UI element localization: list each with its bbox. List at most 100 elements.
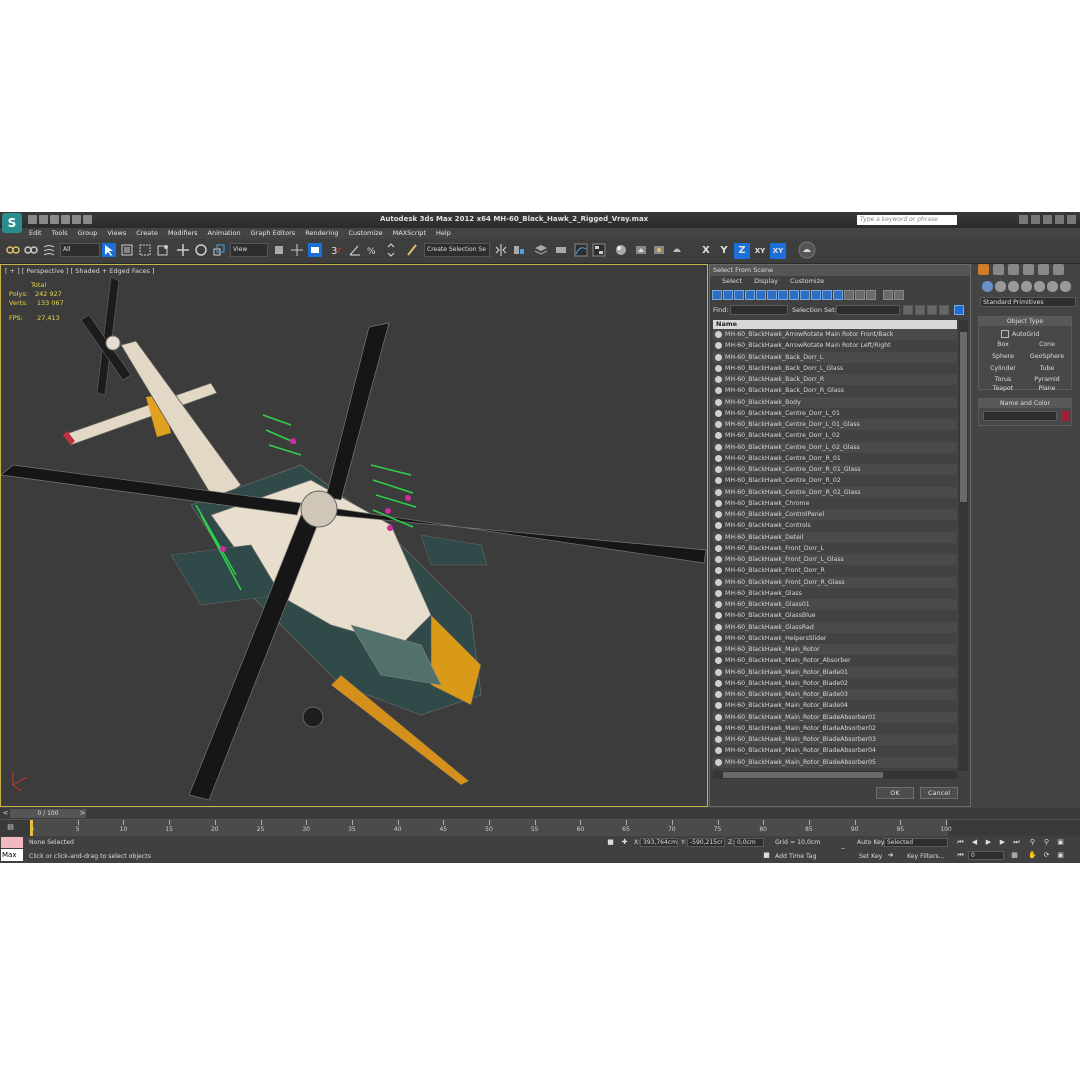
menu-help[interactable]: Help (431, 228, 456, 239)
add-time-tag-button[interactable]: Add Time Tag (775, 853, 817, 860)
sphere-button[interactable]: Sphere (983, 352, 1023, 362)
orbit-icon[interactable]: ⟳ (1042, 851, 1051, 860)
graphite-ribbon-icon[interactable] (554, 243, 568, 257)
undo-icon[interactable] (61, 215, 70, 224)
autogrid-checkbox-box[interactable] (1001, 330, 1009, 338)
set-key-button[interactable]: Set Key (859, 853, 882, 860)
object-type-header[interactable]: Object Type (979, 317, 1071, 326)
favorites-icon[interactable] (1031, 215, 1040, 224)
time-slider-prev-icon[interactable]: < (1, 809, 10, 818)
snaps-toggle-icon[interactable]: 3 (330, 243, 344, 257)
helicopter-model[interactable] (1, 265, 707, 806)
selection-set-remove-icon[interactable] (915, 305, 925, 315)
percent-snap-icon[interactable]: % (366, 243, 380, 257)
auto-key-button[interactable]: Auto Key (857, 839, 885, 846)
list-vertical-scroll-thumb[interactable] (960, 332, 967, 502)
list-item[interactable]: MH-60_BlackHawk_Centre_Dorr_L_02_Glass (713, 441, 957, 453)
list-item[interactable]: MH-60_BlackHawk_Main_Rotor_Absorber (713, 655, 957, 667)
search-input[interactable]: Type a keyword or phrase (857, 215, 957, 225)
time-configuration-icon[interactable]: ▦ (1010, 851, 1019, 860)
time-tag-icon[interactable]: ■ (762, 851, 771, 860)
zoom-extents-icon[interactable]: ▣ (1056, 838, 1065, 847)
select-by-name-icon[interactable] (120, 243, 134, 257)
name-and-color-header[interactable]: Name and Color (979, 399, 1071, 408)
filter-lights-icon[interactable] (734, 290, 744, 300)
filter-groups-icon[interactable] (778, 290, 788, 300)
frame-ruler[interactable]: 0510152025303540455055606570758085909510… (30, 820, 952, 836)
tube-button[interactable]: Tube (1027, 364, 1067, 374)
time-slider[interactable]: 0 / 100 (10, 809, 86, 818)
list-item[interactable]: MH-60_BlackHawk_HelpersSlider (713, 632, 957, 644)
list-item[interactable]: MH-60_BlackHawk_ArrowRotate Main Rotor L… (713, 340, 957, 352)
time-slider-next-icon[interactable]: > (78, 809, 87, 818)
list-vertical-scrollbar[interactable] (959, 320, 968, 771)
key-filters-button[interactable]: Key Filters... (907, 853, 945, 860)
list-item[interactable]: MH-60_BlackHawk_Main_Rotor_BladeAbsorber… (713, 722, 957, 734)
autogrid-checkbox[interactable]: AutoGrid (1001, 330, 1039, 338)
teapot-button[interactable]: Teapot (983, 385, 1023, 392)
spinner-snap-icon[interactable] (384, 243, 398, 257)
schematic-view-icon[interactable] (592, 243, 606, 257)
lights-category-icon[interactable] (1008, 281, 1019, 292)
list-item[interactable]: MH-60_BlackHawk_Front_Dorr_L (713, 542, 957, 554)
utilities-tab-icon[interactable] (1053, 264, 1064, 275)
reference-coordinate-dropdown[interactable]: View (230, 243, 268, 257)
scene-object-list[interactable]: MH-60_BlackHawk_ArrowRotate Main Rotor F… (713, 329, 957, 770)
list-item[interactable]: MH-60_BlackHawk_Body (713, 396, 957, 408)
list-item[interactable]: MH-60_BlackHawk_Centre_Dorr_L_02 (713, 430, 957, 442)
menu-animation[interactable]: Animation (203, 228, 246, 239)
save-file-icon[interactable] (50, 215, 59, 224)
layer-manager-icon[interactable] (534, 243, 548, 257)
geosphere-button[interactable]: GeoSphere (1027, 352, 1067, 362)
list-item[interactable]: MH-60_BlackHawk_Centre_Dorr_R_01_Glass (713, 464, 957, 476)
menu-tools[interactable]: Tools (47, 228, 73, 239)
list-item[interactable]: MH-60_BlackHawk_Centre_Dorr_L_01 (713, 407, 957, 419)
close-icon[interactable] (1067, 215, 1076, 224)
sort-icon[interactable] (883, 290, 893, 300)
columns-icon[interactable] (894, 290, 904, 300)
zoom-icon[interactable]: ⚲ (1028, 838, 1037, 847)
rendered-frame-window-icon[interactable] (652, 243, 666, 257)
axis-xy-button[interactable]: XY (752, 243, 768, 259)
y-coordinate-field[interactable]: -590,215cr (687, 838, 725, 847)
dialog-menu-select[interactable]: Select (716, 276, 748, 287)
filter-frozen-icon[interactable] (822, 290, 832, 300)
object-name-input[interactable] (983, 411, 1057, 421)
render-production-icon[interactable] (670, 243, 684, 257)
list-item[interactable]: MH-60_BlackHawk_Deteil (713, 531, 957, 543)
list-item[interactable]: MH-60_BlackHawk_Main_Rotor_Blade04 (713, 700, 957, 712)
play-icon[interactable]: ▶ (984, 838, 993, 847)
render-setup-icon[interactable] (634, 243, 648, 257)
filter-hidden-icon[interactable] (833, 290, 843, 300)
object-color-swatch[interactable] (1061, 411, 1070, 421)
selection-set-dropdown[interactable] (836, 305, 900, 315)
pyramid-button[interactable]: Pyramid (1027, 375, 1067, 385)
list-item[interactable]: MH-60_BlackHawk_Back_Dorr_L_Glass (713, 362, 957, 374)
helpers-category-icon[interactable] (1034, 281, 1045, 292)
dialog-menu-display[interactable]: Display (748, 276, 784, 287)
menu-modifiers[interactable]: Modifiers (163, 228, 203, 239)
torus-button[interactable]: Torus (983, 375, 1023, 385)
display-invert-icon[interactable] (866, 290, 876, 300)
project-folder-icon[interactable] (83, 215, 92, 224)
filter-cameras-icon[interactable] (745, 290, 755, 300)
filter-shapes-icon[interactable] (723, 290, 733, 300)
menu-edit[interactable]: Edit (24, 228, 47, 239)
filter-geometry-icon[interactable] (712, 290, 722, 300)
list-item[interactable]: MH-60_BlackHawk_Main_Rotor_BladeAbsorber… (713, 745, 957, 757)
angle-snap-icon[interactable] (348, 243, 362, 257)
list-item[interactable]: MH-60_BlackHawk_Main_Rotor_BladeAbsorber… (713, 756, 957, 768)
curve-editor-icon[interactable] (574, 243, 588, 257)
help-icon[interactable] (1043, 215, 1052, 224)
selection-set-add-icon[interactable] (903, 305, 913, 315)
list-item[interactable]: MH-60_BlackHawk_Glass (713, 587, 957, 599)
filter-containers-icon[interactable] (811, 290, 821, 300)
menu-customize[interactable]: Customize (343, 228, 387, 239)
maximize-viewport-icon[interactable]: ▣ (1056, 851, 1065, 860)
list-item[interactable]: MH-60_BlackHawk_Main_Rotor_Blade02 (713, 677, 957, 689)
pan-icon[interactable]: ✋ (1028, 851, 1037, 860)
list-item[interactable]: MH-60_BlackHawk_Front_Dorr_R_Glass (713, 576, 957, 588)
named-selection-dropdown[interactable]: Create Selection Se (424, 243, 490, 257)
scale-icon[interactable] (212, 243, 226, 257)
ok-button[interactable]: OK (876, 787, 914, 799)
